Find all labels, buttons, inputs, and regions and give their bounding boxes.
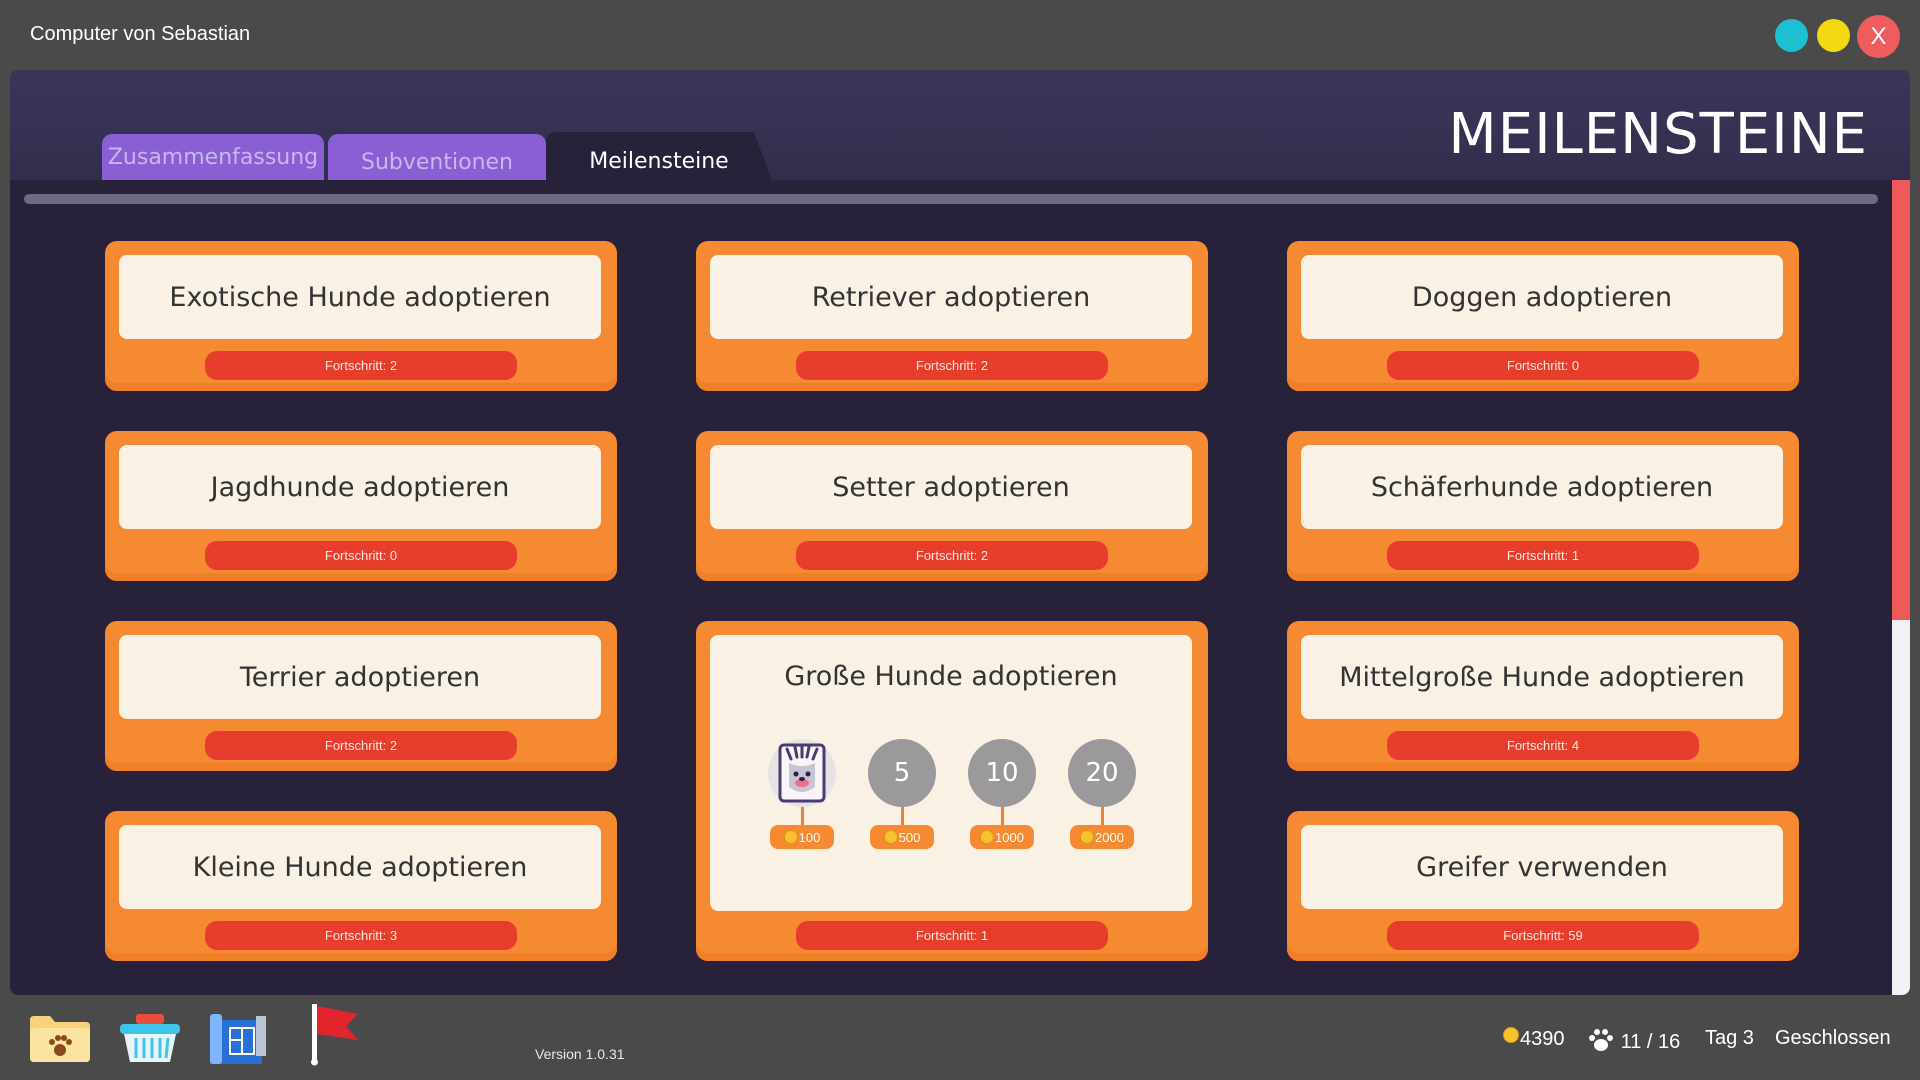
- milestone-label: Setter adoptieren: [710, 445, 1192, 529]
- tier-reward: 2000: [1070, 825, 1134, 849]
- paw-icon: [1587, 1029, 1621, 1053]
- folder-paw-icon[interactable]: [28, 1012, 92, 1069]
- blueprint-icon[interactable]: [206, 1010, 270, 1071]
- milestone-progress: Fortschritt: 4: [1387, 731, 1699, 760]
- version-label: Version 1.0.31: [535, 1046, 625, 1062]
- milestone-card[interactable]: Setter adoptieren Fortschritt: 2: [696, 431, 1208, 581]
- day-label: Tag 3: [1705, 1027, 1754, 1049]
- milestone-progress: Fortschritt: 0: [205, 541, 517, 570]
- flag-icon[interactable]: [306, 1000, 362, 1071]
- os-titlebar: Computer von Sebastian X: [0, 0, 1920, 70]
- milestone-progress: Fortschritt: 1: [796, 921, 1108, 950]
- milestone-card[interactable]: Doggen adoptieren Fortschritt: 0: [1287, 241, 1799, 391]
- dog-portrait-badge-icon: [768, 739, 836, 807]
- page-title: MEILENSTEINE: [1448, 102, 1868, 167]
- coin-icon: [883, 830, 898, 844]
- milestone-label: Schäferhunde adoptieren: [1301, 445, 1783, 529]
- milestone-label: Jagdhunde adoptieren: [119, 445, 601, 529]
- milestone-progress: Fortschritt: 2: [796, 351, 1108, 380]
- milestone-tier: 10 1000: [968, 739, 1036, 849]
- window-header: Zusammenfassung Subventionen Meilenstein…: [10, 70, 1910, 180]
- milestone-card[interactable]: Retriever adoptieren Fortschritt: 2: [696, 241, 1208, 391]
- tab-zusammenfassung[interactable]: Zusammenfassung: [102, 134, 324, 180]
- milestone-card[interactable]: Kleine Hunde adoptieren Fortschritt: 3: [105, 811, 617, 961]
- tier-goal: 10: [968, 739, 1036, 807]
- milestone-card[interactable]: Schäferhunde adoptieren Fortschritt: 1: [1287, 431, 1799, 581]
- milestone-progress: Fortschritt: 1: [1387, 541, 1699, 570]
- milestone-label: Terrier adoptieren: [119, 635, 601, 719]
- milestone-progress: Fortschritt: 59: [1387, 921, 1699, 950]
- milestone-progress: Fortschritt: 2: [205, 731, 517, 760]
- coin-balance: 4390: [1503, 1027, 1565, 1051]
- coin-icon: [980, 830, 995, 844]
- milestone-progress: Fortschritt: 2: [205, 351, 517, 380]
- minimize-button[interactable]: [1775, 19, 1808, 52]
- coin-icon: [1503, 1027, 1519, 1043]
- window-title: Computer von Sebastian: [30, 23, 251, 45]
- milestone-label: Greifer verwenden: [1301, 825, 1783, 909]
- dog-count: 11 / 16: [1587, 1027, 1680, 1054]
- milestones-window: Zusammenfassung Subventionen Meilenstein…: [10, 70, 1910, 995]
- milestone-tier: 20 2000: [1068, 739, 1136, 849]
- milestone-tier: 100: [768, 739, 836, 849]
- coin-icon: [783, 830, 798, 844]
- tier-reward: 500: [870, 825, 934, 849]
- tier-reward: 1000: [970, 825, 1034, 849]
- tab-meilensteine[interactable]: Meilensteine: [546, 132, 772, 180]
- milestone-label: Kleine Hunde adoptieren: [119, 825, 601, 909]
- milestone-card[interactable]: Exotische Hunde adoptieren Fortschritt: …: [105, 241, 617, 391]
- milestone-card[interactable]: Jagdhunde adoptieren Fortschritt: 0: [105, 431, 617, 581]
- milestone-progress: Fortschritt: 2: [796, 541, 1108, 570]
- maximize-button[interactable]: [1817, 19, 1850, 52]
- milestone-label: Exotische Hunde adoptieren: [119, 255, 601, 339]
- milestone-progress: Fortschritt: 0: [1387, 351, 1699, 380]
- coin-icon: [1080, 830, 1095, 844]
- tab-subventionen[interactable]: Subventionen: [328, 134, 546, 180]
- milestone-card[interactable]: Terrier adoptieren Fortschritt: 2: [105, 621, 617, 771]
- milestone-tier: 5 500: [868, 739, 936, 849]
- milestone-card-expanded[interactable]: Große Hunde adoptieren 100 5 500 10 1000…: [696, 621, 1208, 961]
- tier-reward: 100: [770, 825, 834, 849]
- scrollbar-thumb[interactable]: [1892, 180, 1910, 620]
- milestone-label: Doggen adoptieren: [1301, 255, 1783, 339]
- close-button[interactable]: X: [1857, 15, 1900, 58]
- tier-goal: 20: [1068, 739, 1136, 807]
- header-divider: [24, 194, 1878, 204]
- milestone-label: Mittelgroße Hunde adoptieren: [1301, 635, 1783, 719]
- milestone-card[interactable]: Mittelgroße Hunde adoptieren Fortschritt…: [1287, 621, 1799, 771]
- tier-goal: 5: [868, 739, 936, 807]
- shelter-status: Geschlossen: [1775, 1027, 1891, 1049]
- basket-icon[interactable]: [118, 1012, 182, 1069]
- milestone-label: Retriever adoptieren: [710, 255, 1192, 339]
- milestone-card[interactable]: Greifer verwenden Fortschritt: 59: [1287, 811, 1799, 961]
- milestone-progress: Fortschritt: 3: [205, 921, 517, 950]
